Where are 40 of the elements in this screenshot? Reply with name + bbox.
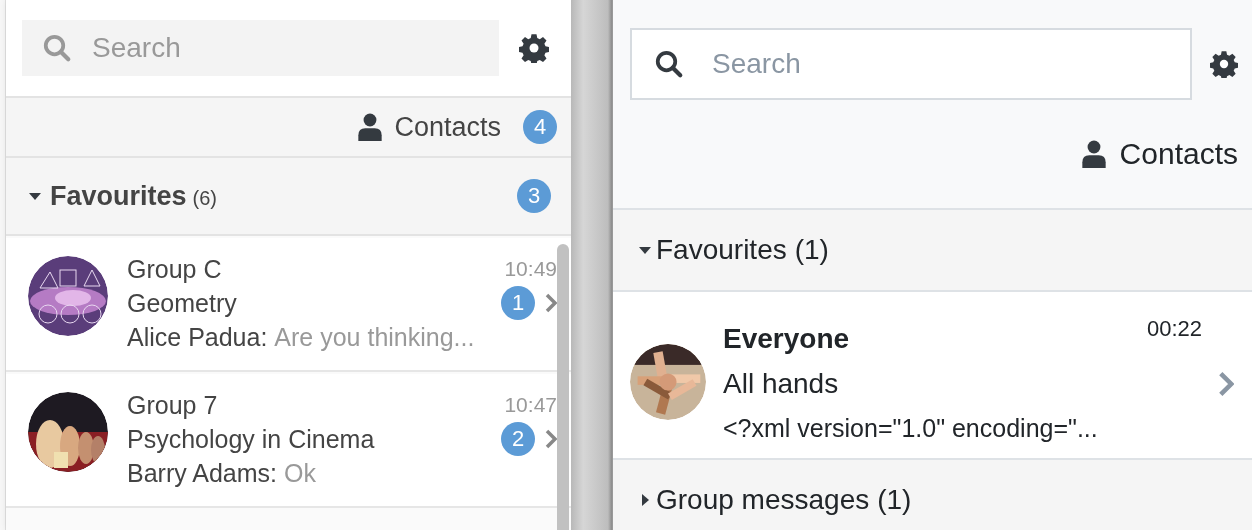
message-time: 10:47 (504, 393, 557, 417)
contacts-link[interactable]: Contacts (358, 111, 501, 143)
search-field[interactable]: Search (630, 28, 1192, 100)
message-time: 00:22 (1146, 316, 1202, 342)
section-title: Favourites (50, 180, 187, 212)
conversation-subject: Geometry (127, 288, 238, 318)
section-count: (1) (794, 234, 829, 266)
message-preview: <?xml version="1.0" encoding="... (723, 413, 1099, 444)
person-icon (1081, 140, 1106, 168)
search-field[interactable]: Search (22, 20, 499, 76)
section-header[interactable]: Group messages (1) (613, 460, 1252, 530)
conversation-name: Group C (127, 254, 223, 284)
message-preview: Barry Adams: Ok (127, 457, 317, 489)
unread-count: 1 (501, 286, 535, 320)
section-count: (1) (877, 484, 912, 516)
unread-count: 2 (501, 422, 535, 456)
contacts-count: 4 (523, 110, 557, 144)
conversation-subject: All hands (723, 367, 840, 400)
unread-count: 3 (517, 179, 551, 213)
section-count: (6) (192, 186, 217, 210)
conversation-item[interactable]: Group C 10:49 Geometry 1 Alice Padua: Are you thinking... (6, 238, 571, 372)
settings-icon[interactable] (519, 33, 549, 63)
conversation-subject: Psychology in Cinema (127, 424, 376, 454)
conversation-item[interactable]: Group 7 10:47 Psychology in Cinema 2 Barry Adams: Ok (6, 374, 571, 508)
section-header[interactable]: Favourites (6) 3 (6, 158, 571, 236)
settings-icon[interactable] (1210, 50, 1238, 78)
conversation-name: Group 7 (127, 390, 219, 420)
message-preview: Alice Padua: Are you thinking... (127, 321, 476, 353)
section-title: Group messages (656, 484, 870, 516)
chevron-right-icon (1218, 370, 1234, 397)
message-time: 10:49 (504, 257, 557, 281)
chevron-right-icon (545, 293, 557, 313)
conversation-name: Everyone (723, 322, 851, 355)
person-icon (358, 113, 383, 141)
conversation-item[interactable]: Everyone 00:22 All hands <?xml version="1.0" encoding="... (613, 292, 1252, 460)
contacts-link[interactable]: Contacts (1081, 137, 1238, 171)
section-header[interactable]: Favourites (1) (613, 210, 1252, 292)
section-title: Favourites (656, 234, 787, 266)
scrollbar[interactable] (557, 244, 569, 530)
chevron-right-icon (545, 429, 557, 449)
